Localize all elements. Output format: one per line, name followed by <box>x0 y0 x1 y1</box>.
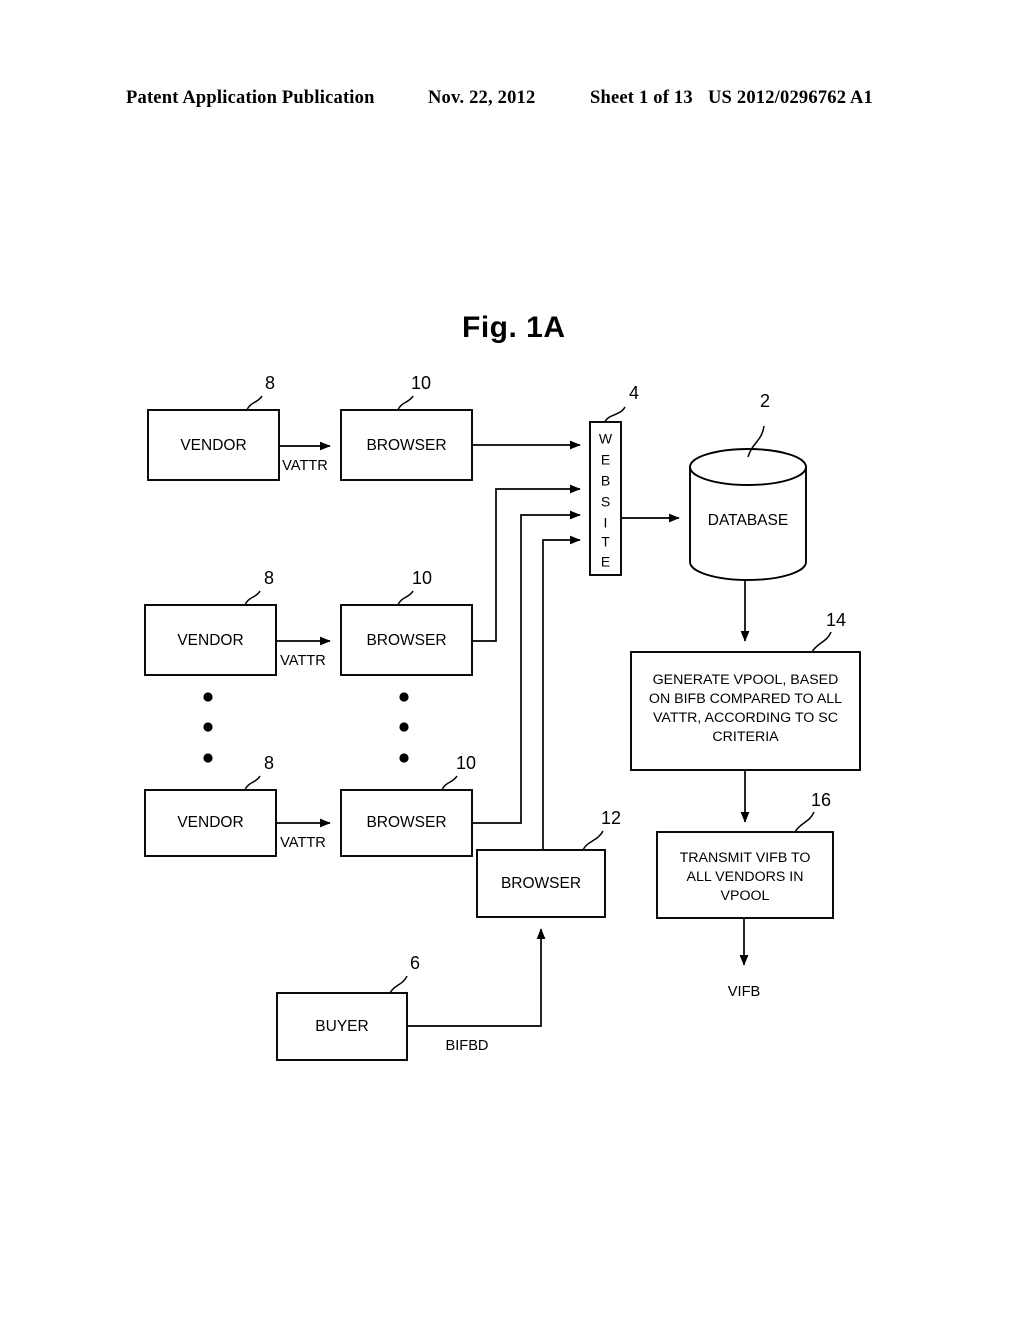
generate-vpool-line-2: VATTR, ACCORDING TO SC <box>653 710 838 726</box>
ref-number-website: 4 <box>629 383 639 403</box>
browser-node-2-label: BROWSER <box>366 632 446 649</box>
website-letter-2: B <box>601 473 610 489</box>
browser-node-1-label: BROWSER <box>366 437 446 454</box>
vendor-node-1-label: VENDOR <box>180 437 246 454</box>
database-node-label: DATABASE <box>708 512 788 529</box>
generate-vpool-line-0: GENERATE VPOOL, BASED <box>653 672 839 688</box>
vendor-node-2: VENDOR <box>144 604 277 676</box>
edge-label-bifbd: BIFBD <box>446 1038 489 1054</box>
leader-line-vendor-3 <box>244 775 261 791</box>
transmit-vifb-node: TRANSMIT VIFB TO ALL VENDORS IN VPOOL <box>656 831 834 919</box>
leader-line-transmit-vifb <box>794 811 815 833</box>
website-letter-3: S <box>601 494 610 510</box>
ref-number-vendor-1: 8 <box>265 373 275 393</box>
leader-line-browser-1 <box>397 395 414 411</box>
website-letter-0: W <box>599 431 613 447</box>
leader-line-buyer <box>389 975 408 994</box>
database-node: DATABASE <box>689 448 807 581</box>
vendor-node-2-label: VENDOR <box>177 632 243 649</box>
generate-vpool-line-3: CRITERIA <box>712 729 779 745</box>
browser-node-1: BROWSER <box>340 409 473 481</box>
figure-1a-diagram: VENDOR 8 BROWSER 10 VATTR W E B S I T E … <box>144 373 861 1061</box>
website-letter-4: I <box>604 515 608 531</box>
website-letter-1: E <box>601 452 610 468</box>
generate-vpool-line-1: ON BIFB COMPARED TO ALL <box>649 691 842 707</box>
transmit-vifb-line-0: TRANSMIT VIFB TO <box>680 850 811 866</box>
edge-label-vattr-2: VATTR <box>280 653 326 669</box>
browser-node-2: BROWSER <box>340 604 473 676</box>
edge-browser2-website <box>472 484 581 642</box>
leader-line-browser-3 <box>441 775 458 791</box>
ref-number-vendor-2: 8 <box>264 568 274 588</box>
edge-label-vifb-out: VIFB <box>728 984 760 1000</box>
ref-number-browser-12: 12 <box>601 808 621 828</box>
website-node: W E B S I T E <box>589 421 622 576</box>
transmit-vifb-line-1: ALL VENDORS IN <box>687 869 804 885</box>
generate-vpool-node: GENERATE VPOOL, BASED ON BIFB COMPARED T… <box>630 651 861 771</box>
transmit-vifb-line-2: VPOOL <box>721 888 770 904</box>
ref-number-buyer: 6 <box>410 953 420 973</box>
ref-number-generate-vpool: 14 <box>826 610 846 630</box>
leader-line-website <box>604 406 626 423</box>
patent-page: Patent Application Publication Nov. 22, … <box>0 0 1024 1320</box>
ref-number-browser-3: 10 <box>456 753 476 773</box>
ref-number-database: 2 <box>760 391 770 411</box>
vendor-node-3-label: VENDOR <box>177 814 243 831</box>
edge-browser12-website <box>542 535 581 850</box>
leader-line-browser-12 <box>582 830 604 851</box>
edge-label-vattr-3: VATTR <box>280 835 326 851</box>
buyer-node: BUYER <box>276 992 408 1061</box>
edge-label-vattr-1: VATTR <box>282 458 328 474</box>
ref-number-browser-1: 10 <box>411 373 431 393</box>
vendor-node-3: VENDOR <box>144 789 277 857</box>
leader-line-generate-vpool <box>811 631 832 653</box>
browser-column-ellipsis <box>399 692 409 763</box>
leader-line-vendor-1 <box>246 395 263 411</box>
vendor-column-ellipsis <box>203 692 213 763</box>
edge-browser3-website <box>472 510 581 824</box>
ref-number-transmit-vifb: 16 <box>811 790 831 810</box>
edge-buyer-browser12 <box>407 928 546 1027</box>
browser-node-3-label: BROWSER <box>366 814 446 831</box>
ref-number-vendor-3: 8 <box>264 753 274 773</box>
vendor-node-1: VENDOR <box>147 409 280 481</box>
ref-number-browser-2: 10 <box>412 568 432 588</box>
leader-line-vendor-2 <box>244 590 261 606</box>
browser-node-buyer-label: BROWSER <box>501 875 581 892</box>
website-letter-5: T <box>601 534 610 550</box>
website-letter-6: E <box>601 554 610 570</box>
browser-node-buyer: BROWSER <box>476 849 606 918</box>
buyer-node-label: BUYER <box>315 1018 368 1035</box>
leader-line-browser-2 <box>397 590 414 606</box>
browser-node-3: BROWSER <box>340 789 473 857</box>
